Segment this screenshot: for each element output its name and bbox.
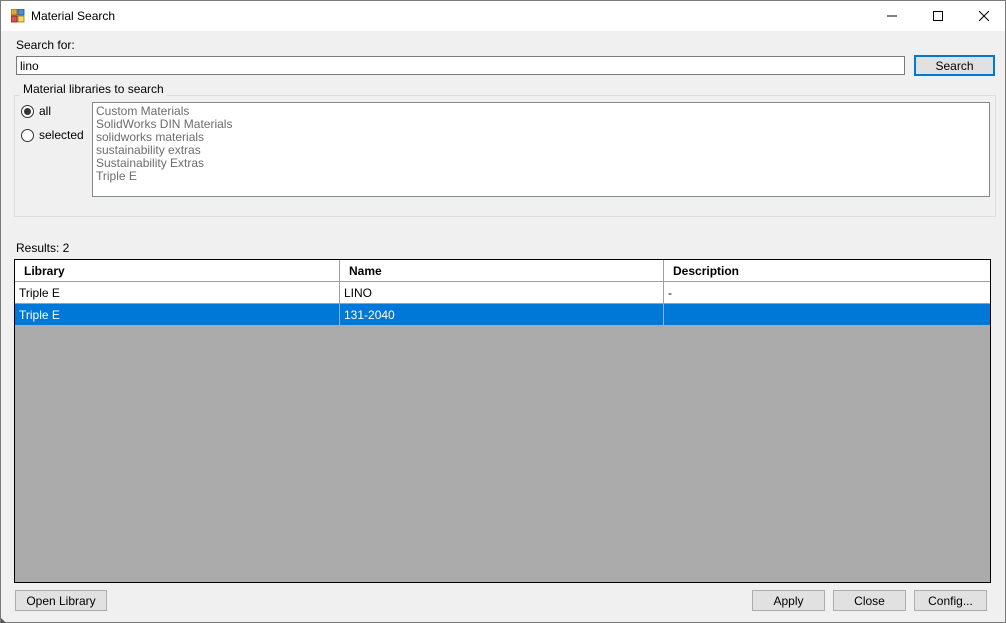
search-button[interactable]: Search	[914, 55, 995, 76]
search-input[interactable]	[16, 56, 905, 75]
column-header-library[interactable]: Library	[15, 260, 340, 282]
app-icon	[11, 9, 25, 23]
config-button[interactable]: Config...	[914, 590, 987, 611]
grid-header: Library Name Description	[15, 260, 990, 282]
close-window-button[interactable]	[961, 1, 1006, 31]
library-item[interactable]: solidworks materials	[96, 131, 986, 144]
radio-selected[interactable]: selected	[21, 128, 84, 142]
open-library-button[interactable]: Open Library	[15, 590, 107, 611]
radio-all-label: all	[39, 104, 52, 118]
cell-library[interactable]: Triple E	[15, 282, 340, 304]
radio-selected-indicator	[21, 128, 34, 142]
radio-all[interactable]: all	[21, 104, 51, 118]
cell-description[interactable]	[664, 304, 990, 326]
cell-library[interactable]: Triple E	[15, 304, 340, 326]
column-header-description[interactable]: Description	[664, 260, 990, 282]
library-item[interactable]: Triple E	[96, 170, 986, 183]
minimize-button[interactable]	[869, 1, 915, 31]
minimize-icon	[887, 15, 897, 17]
maximize-button[interactable]	[915, 1, 961, 31]
material-search-window: Material Search Search for: Search Mater…	[0, 0, 1006, 623]
table-row-selected[interactable]: Triple E 131-2040	[15, 304, 990, 326]
apply-button[interactable]: Apply	[752, 590, 825, 611]
cell-name[interactable]: 131-2040	[340, 304, 664, 326]
results-grid[interactable]: Library Name Description Triple E LINO -…	[14, 259, 991, 583]
search-for-label: Search for:	[16, 38, 75, 52]
libraries-listbox[interactable]: Custom Materials SolidWorks DIN Material…	[92, 102, 990, 197]
libraries-group-title: Material libraries to search	[20, 82, 167, 96]
radio-all-indicator	[21, 104, 34, 118]
table-row[interactable]: Triple E LINO -	[15, 282, 990, 304]
cell-name[interactable]: LINO	[340, 282, 664, 304]
resize-grip-icon[interactable]	[1, 618, 7, 623]
close-button[interactable]: Close	[833, 590, 906, 611]
results-count: Results: 2	[16, 241, 70, 255]
title-bar[interactable]: Material Search	[1, 1, 1005, 31]
library-item[interactable]: SolidWorks DIN Materials	[96, 118, 986, 131]
window-title: Material Search	[31, 9, 116, 23]
column-header-name[interactable]: Name	[340, 260, 664, 282]
library-item[interactable]: Sustainability Extras	[96, 157, 986, 170]
library-item[interactable]: sustainability extras	[96, 144, 986, 157]
radio-selected-label: selected	[39, 128, 84, 142]
close-icon	[979, 11, 989, 21]
maximize-icon	[933, 11, 943, 21]
cell-description[interactable]: -	[664, 282, 990, 304]
